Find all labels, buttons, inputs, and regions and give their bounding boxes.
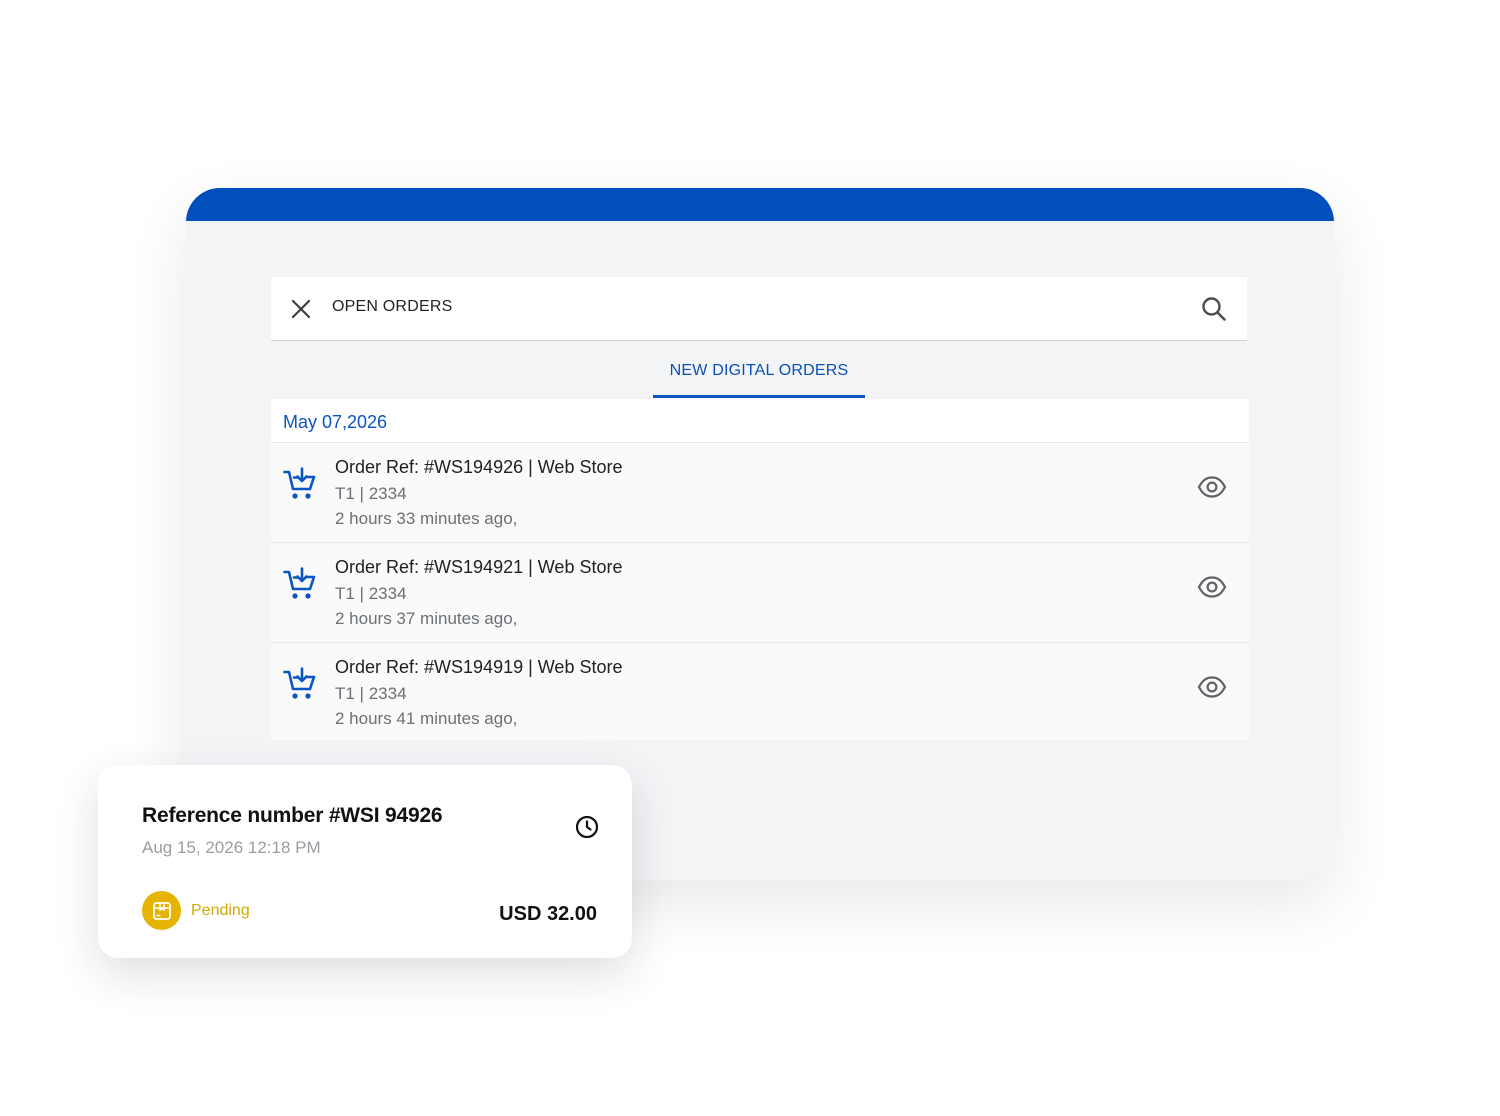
close-button[interactable] [287,295,315,323]
order-row[interactable]: Order Ref: #WS194919 | Web Store T1 | 23… [271,643,1249,740]
search-icon [1202,297,1226,321]
order-row[interactable]: Order Ref: #WS194921 | Web Store T1 | 23… [271,543,1249,643]
reference-card[interactable]: Reference number #WSI 94926 Aug 15, 2026… [98,765,632,958]
status-badge: Pending [191,902,250,919]
order-time: 2 hours 37 minutes ago, [335,609,518,628]
clock-icon [575,815,599,839]
order-row[interactable]: Order Ref: #WS194926 | Web Store T1 | 23… [271,443,1249,543]
order-subtitle: T1 | 2334 [335,484,407,503]
header-bar: OPEN ORDERS [271,277,1247,341]
reference-date: Aug 15, 2026 12:18 PM [142,838,321,857]
reference-title: Reference number #WSI 94926 [142,804,443,827]
order-subtitle: T1 | 2334 [335,684,407,703]
search-button[interactable] [1199,294,1229,324]
page-title: OPEN ORDERS [332,298,453,315]
date-header: May 07,2026 [271,399,1249,443]
order-list: May 07,2026 Order Ref: #WS194926 | Web S… [271,399,1249,740]
order-amount: USD 32.00 [499,903,597,925]
top-bar [186,188,1334,221]
package-icon [152,901,171,920]
order-time: 2 hours 41 minutes ago, [335,709,518,728]
cart-download-icon [283,567,316,599]
tab-new-digital-orders[interactable]: NEW DIGITAL ORDERS [653,352,865,398]
order-title: Order Ref: #WS194919 | Web Store [335,657,623,677]
eye-icon[interactable] [1197,475,1227,499]
cart-download-icon [283,467,316,499]
order-title: Order Ref: #WS194926 | Web Store [335,457,623,477]
cart-download-icon [283,667,316,699]
close-icon [291,299,311,319]
order-time: 2 hours 33 minutes ago, [335,509,518,528]
eye-icon[interactable] [1197,675,1227,699]
status-icon [142,891,181,930]
order-title: Order Ref: #WS194921 | Web Store [335,557,623,577]
eye-icon[interactable] [1197,575,1227,599]
order-subtitle: T1 | 2334 [335,584,407,603]
date-label: May 07,2026 [283,412,388,432]
tab-label: NEW DIGITAL ORDERS [669,362,849,379]
